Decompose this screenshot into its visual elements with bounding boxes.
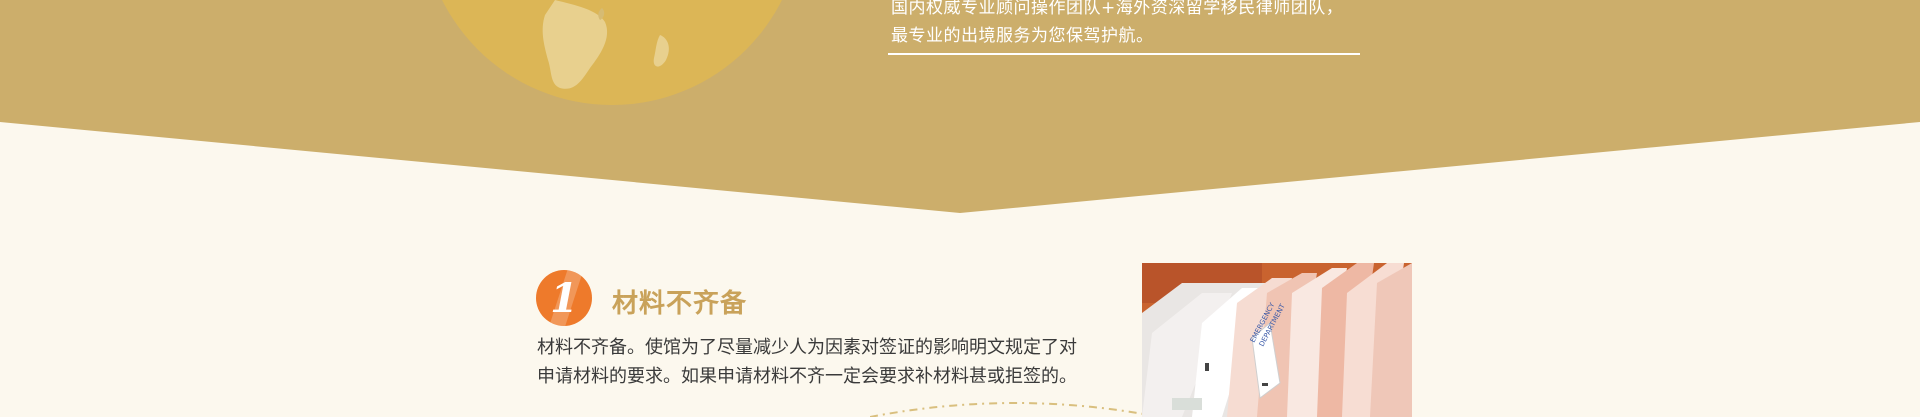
- section-desc-line-1: 材料不齐备。使馆为了尽量减少人为因素对签证的影响明文规定了对: [537, 337, 1077, 358]
- file-folders-image: EMERGENCY DEPARTMENT: [1142, 263, 1412, 417]
- file-folders-photo: EMERGENCY DEPARTMENT: [1142, 263, 1412, 417]
- section-desc-line-2: 申请材料的要求。如果申请材料不齐一定会要求补材料甚或拒签的。: [537, 366, 1077, 387]
- section-title: 材料不齐备: [612, 289, 748, 319]
- hero-divider: [888, 53, 1360, 55]
- dashed-arc-decoration: [870, 402, 1160, 417]
- section-description: 材料不齐备。使馆为了尽量减少人为因素对签证的影响明文规定了对 申请材料的要求。如…: [537, 333, 1097, 391]
- hero-line-2: 最专业的出境服务为您保驾护航。: [891, 26, 1154, 46]
- hero-line-1: 国内权威专业顾问操作团队+海外资深留学移民律师团队，: [891, 0, 1344, 18]
- section-number: 1: [550, 274, 578, 322]
- number-1-badge: 1: [536, 270, 592, 326]
- hero-description: 国内权威专业顾问操作团队+海外资深留学移民律师团队， 最专业的出境服务为您保驾护…: [891, 0, 1361, 50]
